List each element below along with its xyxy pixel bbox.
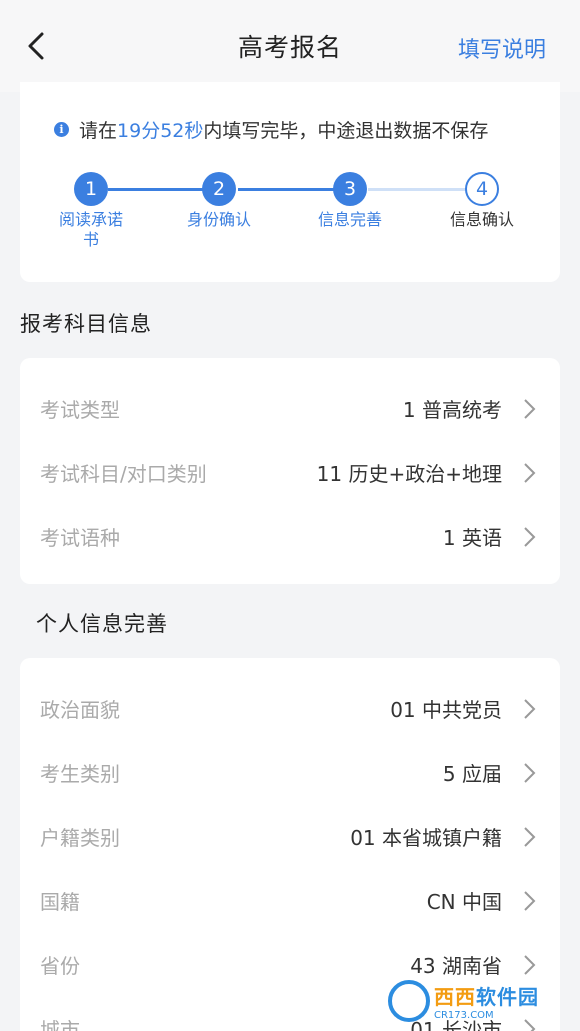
- row-label: 城市: [40, 1018, 80, 1031]
- political-status-row[interactable]: 政治面貌 01 中共党员: [20, 676, 560, 740]
- nationality-row[interactable]: 国籍 CN 中国: [20, 868, 560, 932]
- candidate-type-row[interactable]: 考生类别 5 应届: [20, 740, 560, 804]
- step-1-circle: 1: [74, 172, 108, 206]
- exam-info-card: 考试类型 1 普高统考 考试科目/对口类别 11 历史+政治+地理 考试语种 1…: [20, 358, 560, 584]
- row-label: 考生类别: [40, 762, 120, 786]
- row-value: CN 中国: [426, 890, 502, 914]
- row-value: 01 本省城镇户籍: [350, 826, 502, 850]
- time-notice: i 请在 19分52秒 内填写完毕，中途退出数据不保存: [54, 116, 488, 143]
- row-value: 01 中共党员: [390, 698, 502, 722]
- exam-subject-row[interactable]: 考试科目/对口类别 11 历史+政治+地理: [20, 440, 560, 504]
- chevron-right-icon: [524, 527, 536, 547]
- row-value: 1 普高统考: [402, 398, 502, 422]
- step-connector-1: [108, 188, 208, 191]
- step-1-label-line2: 书: [82, 230, 99, 249]
- row-label: 户籍类别: [40, 826, 120, 850]
- row-value: 11 历史+政治+地理: [316, 462, 502, 486]
- step-4-label: 信息确认: [449, 210, 514, 229]
- exam-section-title: 报考科目信息: [20, 312, 152, 336]
- row-label: 国籍: [40, 890, 80, 914]
- step-1-label: 阅读承诺 书: [36, 210, 146, 250]
- step-2-circle: 2: [202, 172, 236, 206]
- chevron-right-icon: [524, 399, 536, 419]
- row-label: 考试语种: [40, 526, 120, 550]
- row-value: 43 湖南省: [410, 954, 502, 978]
- watermark-sub: CR173.COM: [434, 1010, 494, 1021]
- chevron-right-icon: [524, 827, 536, 847]
- countdown-timer: 19分52秒: [117, 120, 204, 142]
- notice-prefix: 请在: [79, 120, 118, 142]
- row-value: 5 应届: [442, 762, 502, 786]
- watermark-logo-icon: [388, 980, 430, 1022]
- step-2-label: 身份确认: [186, 210, 251, 229]
- row-value: 1 英语: [442, 526, 502, 550]
- site-watermark: 西西软件园 CR173.COM: [388, 976, 568, 1026]
- watermark-main: 西西软件园: [434, 981, 539, 1010]
- step-1-label-line1: 阅读承诺: [58, 210, 123, 229]
- progress-card: i 请在 19分52秒 内填写完毕，中途退出数据不保存 1 2 3 4 阅读承诺 书…: [20, 82, 560, 282]
- navigation-bar: 高考报名 填写说明: [0, 0, 580, 92]
- exam-type-row[interactable]: 考试类型 1 普高统考: [20, 376, 560, 440]
- exam-language-row[interactable]: 考试语种 1 英语: [20, 504, 560, 568]
- row-label: 考试类型: [40, 398, 120, 422]
- chevron-right-icon: [524, 699, 536, 719]
- personal-section-title: 个人信息完善: [36, 612, 168, 636]
- step-3-circle: 3: [333, 172, 367, 206]
- row-label: 省份: [40, 954, 80, 978]
- chevron-right-icon: [524, 763, 536, 783]
- watermark-main-a: 西西: [434, 985, 476, 1009]
- row-label: 考试科目/对口类别: [40, 462, 207, 486]
- step-4-circle: 4: [465, 172, 499, 206]
- watermark-main-b: 软件园: [476, 985, 539, 1009]
- info-icon: i: [54, 122, 69, 137]
- notice-suffix: 内填写完毕，中途退出数据不保存: [203, 120, 489, 142]
- step-connector-2: [238, 188, 338, 191]
- chevron-right-icon: [524, 891, 536, 911]
- row-label: 政治面貌: [40, 698, 120, 722]
- chevron-right-icon: [524, 463, 536, 483]
- household-type-row[interactable]: 户籍类别 01 本省城镇户籍: [20, 804, 560, 868]
- step-connector-3: [368, 188, 468, 191]
- instructions-link[interactable]: 填写说明: [458, 32, 546, 64]
- chevron-right-icon: [524, 955, 536, 975]
- watermark-text: 西西软件园 CR173.COM: [434, 981, 539, 1021]
- step-3-label: 信息完善: [317, 210, 382, 229]
